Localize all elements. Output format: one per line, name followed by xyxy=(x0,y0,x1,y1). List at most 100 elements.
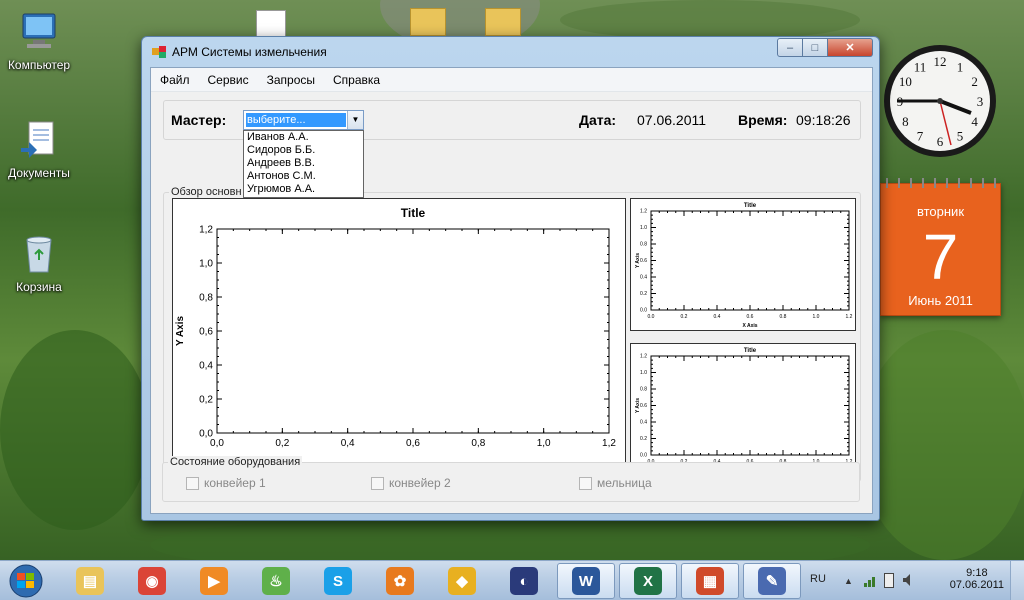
minimize-button[interactable]: – xyxy=(777,38,803,57)
x-tick-label: 0,4 xyxy=(341,438,355,449)
clock-number: 2 xyxy=(971,74,978,89)
title-bar[interactable]: АРМ Системы измельчения – □ ✕ xyxy=(142,37,879,67)
x-tick-label: 1.0 xyxy=(813,314,820,320)
calendar-gadget[interactable]: вторник 7 Июнь 2011 xyxy=(880,178,1001,316)
menu-queries[interactable]: Запросы xyxy=(258,73,324,87)
master-selected-value: выберите... xyxy=(246,113,346,127)
chevron-down-icon[interactable]: ▼ xyxy=(347,111,363,129)
taskbar: ▤ ◉ ▶ ♨ S ✿ ◆ ◐ W X ▦ ✎ RU ▲ 9:18 07.06.2011 xyxy=(0,560,1024,600)
checkbox-conveyor-1[interactable]: конвейер 1 xyxy=(186,476,266,490)
app-icon[interactable] xyxy=(152,46,166,58)
checkbox-conveyor-2[interactable]: конвейер 2 xyxy=(371,476,451,490)
checkbox-box[interactable] xyxy=(371,476,384,490)
x-tick-label: 0.2 xyxy=(681,314,688,320)
taskbar-button[interactable]: ▤ xyxy=(61,563,119,599)
plot-area xyxy=(650,355,850,456)
menu-file[interactable]: Файл xyxy=(151,73,199,87)
y-tick-label: 0,6 xyxy=(199,326,213,337)
master-combobox[interactable]: выберите... ▼ xyxy=(243,110,364,130)
tray-clock[interactable]: 9:18 07.06.2011 xyxy=(950,567,1004,591)
system-tray: RU ▲ 9:18 07.06.2011 xyxy=(784,561,1024,600)
volume-icon[interactable] xyxy=(902,573,916,587)
overview-group-title: Обзор основн xyxy=(169,186,244,198)
desktop-icon-computer[interactable]: Компьютер xyxy=(0,10,78,72)
start-button[interactable] xyxy=(3,562,49,600)
taskbar-button[interactable]: W xyxy=(557,563,615,599)
taskbar-button[interactable]: ◐ xyxy=(495,563,553,599)
paint-icon: ✎ xyxy=(758,567,786,595)
clock-gadget[interactable]: 121234567891011 xyxy=(881,42,999,160)
clock-number: 11 xyxy=(914,59,927,74)
x-tick-label: 0.4 xyxy=(714,314,721,320)
y-tick-label: 1.0 xyxy=(640,225,647,231)
tray-time: 9:18 xyxy=(966,567,988,579)
y-tick-label: 0.8 xyxy=(640,387,647,393)
clock-number: 12 xyxy=(934,54,947,69)
y-tick-label: 0,0 xyxy=(199,428,213,439)
desktop-icon-recycle-bin[interactable]: Корзина xyxy=(0,232,78,294)
small-chart-bottom: Title0.00.20.40.60.81.01.20.00.20.40.60.… xyxy=(630,343,856,476)
checkbox-mill[interactable]: мельница xyxy=(579,476,652,490)
dropdown-option[interactable]: Сидоров Б.Б. xyxy=(244,144,363,157)
chart-title: Title xyxy=(401,206,426,220)
taskbar-button[interactable]: S xyxy=(309,563,367,599)
checkbox-box[interactable] xyxy=(579,476,592,490)
x-tick-label: 0.0 xyxy=(648,314,655,320)
y-tick-label: 0.6 xyxy=(640,258,647,264)
battery-icon[interactable] xyxy=(884,573,894,588)
menu-help[interactable]: Справка xyxy=(324,73,389,87)
eclipse-icon: ◐ xyxy=(510,567,538,595)
menu-service[interactable]: Сервис xyxy=(199,73,258,87)
dropdown-option[interactable]: Андреев В.В. xyxy=(244,157,363,170)
x-tick-label: 0,2 xyxy=(275,438,289,449)
x-tick-label: 0,8 xyxy=(471,438,485,449)
y-tick-label: 0.0 xyxy=(640,308,647,314)
taskbar-button[interactable]: X xyxy=(619,563,677,599)
file-icon[interactable] xyxy=(256,10,286,38)
taskbar-button[interactable]: ▦ xyxy=(681,563,739,599)
date-value: 07.06.2011 xyxy=(637,112,707,128)
time-label: Время: xyxy=(738,112,788,128)
show-desktop-button[interactable] xyxy=(1010,561,1024,600)
taskbar-button[interactable]: ♨ xyxy=(247,563,305,599)
calendar-month-year: Июнь 2011 xyxy=(908,293,973,308)
time-value: 09:18:26 xyxy=(796,112,851,128)
taskbar-button[interactable]: ▶ xyxy=(185,563,243,599)
app-icon: ♨ xyxy=(262,567,290,595)
folder-icon[interactable] xyxy=(485,8,521,36)
checkbox-box[interactable] xyxy=(186,476,199,490)
tray-expand-icon[interactable]: ▲ xyxy=(844,576,853,586)
computer-icon xyxy=(17,10,61,54)
x-tick-label: 1,0 xyxy=(537,438,551,449)
explorer-icon: ▤ xyxy=(76,567,104,595)
folder-icon[interactable] xyxy=(410,8,446,36)
y-tick-label: 1,2 xyxy=(199,224,213,235)
y-tick-label: 0.8 xyxy=(640,242,647,248)
y-tick-label: 0.6 xyxy=(640,403,647,409)
y-tick-label: 0.2 xyxy=(640,436,647,442)
background-foliage xyxy=(0,330,150,530)
dropdown-option[interactable]: Иванов А.А. xyxy=(244,131,363,144)
clock-number: 4 xyxy=(971,114,978,129)
window-client: Файл Сервис Запросы Справка Мастер: выбе… xyxy=(150,67,873,514)
clock-number: 10 xyxy=(899,74,912,89)
dropdown-option[interactable]: Антонов С.М. xyxy=(244,170,363,183)
language-indicator[interactable]: RU xyxy=(810,573,826,585)
y-tick-label: 0,2 xyxy=(199,394,213,405)
checkbox-label: мельница xyxy=(597,476,652,490)
close-button[interactable]: ✕ xyxy=(828,38,873,57)
background-foliage xyxy=(560,0,860,40)
maximize-button[interactable]: □ xyxy=(803,38,828,57)
taskbar-button[interactable]: ◉ xyxy=(123,563,181,599)
documents-icon xyxy=(17,118,61,162)
media-player-icon: ▶ xyxy=(200,567,228,595)
chart-title: Title xyxy=(744,203,757,209)
excel-icon: X xyxy=(634,567,662,595)
checkbox-label: конвейер 2 xyxy=(389,476,451,490)
taskbar-button[interactable]: ◆ xyxy=(433,563,491,599)
network-icon[interactable] xyxy=(864,573,878,587)
desktop-icon-documents[interactable]: Документы xyxy=(0,118,78,180)
dropdown-option[interactable]: Угрюмов А.А. xyxy=(244,183,363,196)
x-axis-label: X Axis xyxy=(742,323,757,329)
taskbar-button[interactable]: ✿ xyxy=(371,563,429,599)
